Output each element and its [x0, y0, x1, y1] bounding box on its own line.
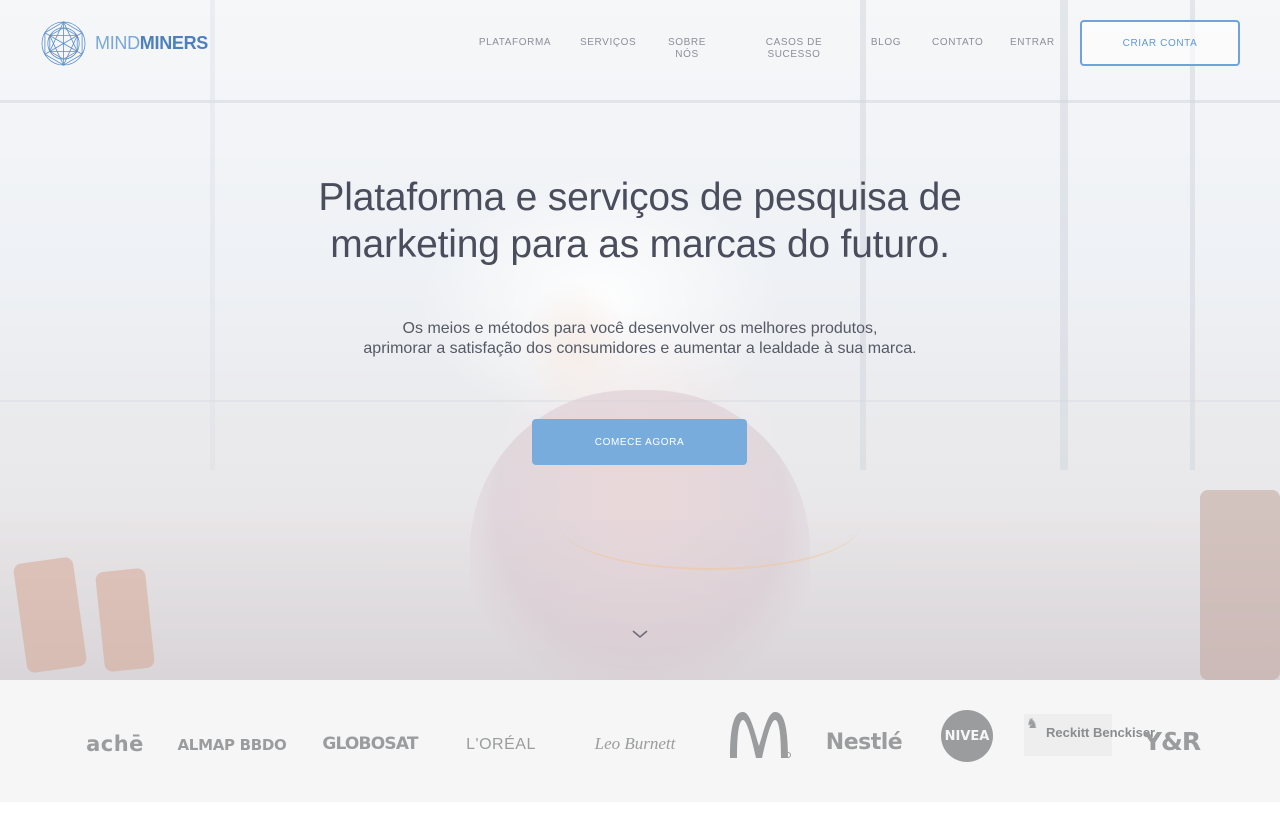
mcdonalds-arches-icon	[730, 712, 791, 758]
client-logo-loreal: L'ORÉAL	[466, 736, 536, 753]
geodesic-globe-icon	[41, 20, 86, 66]
background-lens-flare	[560, 480, 860, 570]
client-logo-yr: Y&R	[1143, 726, 1201, 756]
background-chair	[94, 567, 156, 673]
brand-wordmark: MINDMINERS	[95, 33, 208, 54]
nav-servicos[interactable]: SERVIÇOS	[580, 37, 636, 49]
client-logo-nestle: Nestlé	[825, 729, 903, 755]
comece-agora-button[interactable]: COMECE AGORA	[532, 419, 747, 465]
nav-plataforma[interactable]: PLATAFORMA	[476, 37, 554, 49]
nav-entrar[interactable]: ENTRAR	[1010, 37, 1054, 49]
client-logo-leo-burnett: Leo Burnett	[594, 734, 676, 753]
hero-subline-1: Os meios e métodos para você desenvolver…	[402, 320, 878, 337]
client-logo-ache: achē	[86, 732, 144, 756]
brand-name-bold: MINERS	[139, 32, 209, 53]
nav-casos-de-sucesso[interactable]: CASOS DE SUCESSO	[760, 37, 828, 61]
window-frame	[1190, 0, 1195, 470]
hero-subline-2: aprimorar a satisfação dos consumidores …	[363, 340, 917, 357]
background-chair	[1200, 490, 1280, 680]
client-logo-almap-bbdo: ALMAP BBDO	[177, 736, 287, 754]
window-frame	[1060, 0, 1068, 470]
criar-conta-button[interactable]: CRIAR CONTA	[1080, 20, 1240, 66]
nav-sobre-nos[interactable]: SOBRE NÓS	[666, 37, 708, 61]
client-logo-nivea: NIVEA	[941, 710, 993, 762]
nav-contato[interactable]: CONTATO	[932, 37, 983, 49]
client-logo-mcdonalds	[726, 710, 792, 760]
chevron-down-icon[interactable]	[630, 626, 650, 642]
client-logo-globosat: GLOBOSAT	[322, 734, 418, 754]
hero-subheadline: Os meios e métodos para você desenvolver…	[240, 319, 1040, 359]
reckitt-benckiser-label: Reckitt Benckiser	[1046, 725, 1156, 740]
client-logo-reckitt-benckiser: ♞ Reckitt Benckiser	[1024, 714, 1155, 756]
window-frame	[0, 100, 1280, 103]
hero-headline: Plataforma e serviços de pesquisa de mar…	[318, 176, 962, 266]
window-frame	[210, 0, 215, 470]
brand-logo[interactable]: MINDMINERS	[40, 19, 208, 67]
nav-blog[interactable]: BLOG	[868, 37, 904, 49]
reckitt-horse-icon: ♞	[1026, 716, 1039, 732]
brand-name-light: MIND	[95, 32, 140, 53]
